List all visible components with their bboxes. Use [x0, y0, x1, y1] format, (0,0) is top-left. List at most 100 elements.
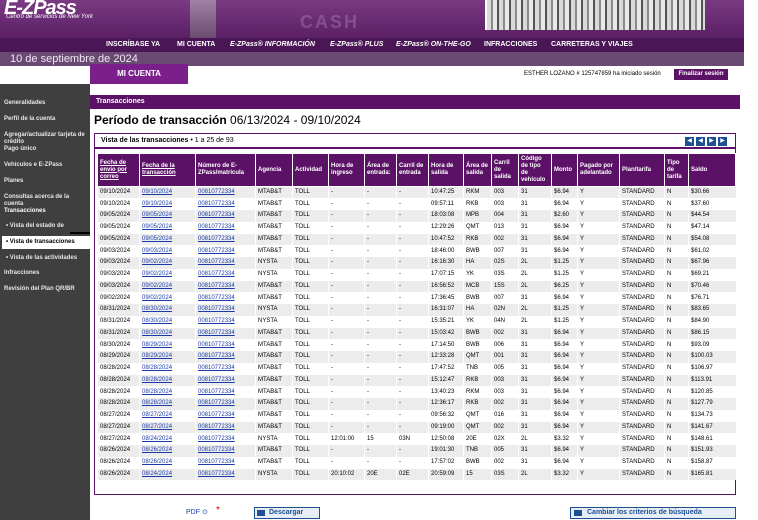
sidebar-item-payment[interactable]: Pago único — [4, 146, 36, 153]
table-cell: $6.94 — [551, 409, 578, 422]
table-cell[interactable]: 08/27/2024 — [139, 421, 196, 434]
nav-item-on-the-go[interactable]: E-ZPass® ON-THE-GO — [396, 38, 471, 52]
table-cell[interactable]: 08/29/2024 — [139, 339, 196, 351]
table-cell[interactable]: 00810772334 — [195, 386, 256, 398]
pdf-button[interactable]: PDF ⊙ — [186, 508, 208, 516]
sidebar-item-vehicles[interactable]: Vehículos e E-ZPass — [4, 162, 62, 169]
table-cell[interactable]: 00810772334 — [195, 468, 256, 481]
sidebar-item-transactions-view[interactable]: • Vista de transacciones — [6, 239, 75, 245]
column-header[interactable]: Fecha de la transacción — [139, 153, 196, 187]
prev-page-button[interactable]: ◀ — [696, 137, 705, 146]
table-cell[interactable]: 09/02/2024 — [139, 257, 196, 269]
table-cell: 09/05/2024 — [97, 210, 140, 222]
table-cell[interactable]: 00810772334 — [195, 409, 256, 422]
last-page-button[interactable]: ▶ — [718, 137, 727, 146]
table-cell[interactable]: 08/28/2024 — [139, 362, 196, 375]
table-cell[interactable]: 00810772334 — [195, 186, 256, 199]
table-cell: - — [396, 456, 429, 469]
table-cell[interactable]: 09/10/2024 — [139, 198, 196, 210]
table-cell[interactable]: 00810772334 — [195, 292, 256, 304]
column-header[interactable]: Fecha de envío por correo — [97, 153, 140, 187]
logout-button[interactable]: Finalizar sesión — [674, 69, 728, 80]
sidebar-item-profile[interactable]: Perfil de la cuenta — [4, 116, 55, 123]
sidebar-item-consult-line1[interactable]: Consultas acerca de la — [4, 194, 69, 201]
sidebar-item-transactions[interactable]: Transacciones — [4, 208, 46, 215]
sidebar-item-status-view[interactable]: • Vista del estado de — [6, 223, 64, 230]
table-cell[interactable]: 09/05/2024 — [139, 221, 196, 234]
sidebar-item-card-line1[interactable]: Agregar/actualizar tarjeta de — [4, 132, 85, 139]
table-cell[interactable]: 00810772334 — [195, 268, 256, 281]
table-cell[interactable]: 08/26/2024 — [139, 445, 196, 457]
table-cell[interactable]: 09/03/2024 — [139, 245, 196, 257]
table-cell[interactable]: 00810772334 — [195, 210, 256, 222]
table-cell[interactable]: 00810772334 — [195, 339, 256, 351]
nav-item-roads-travel[interactable]: CARRETERAS Y VIAJES — [551, 38, 633, 52]
table-cell[interactable]: 08/27/2024 — [139, 409, 196, 422]
table-cell[interactable]: 08/28/2024 — [139, 374, 196, 387]
table-cell: 31 — [518, 362, 552, 375]
table-cell[interactable]: 00810772334 — [195, 445, 256, 457]
table-cell[interactable]: 00810772334 — [195, 398, 256, 410]
table-cell[interactable]: 00810772334 — [195, 433, 256, 445]
table-cell[interactable]: 00810772334 — [195, 374, 256, 387]
sidebar-item-general[interactable]: Generalidades — [4, 100, 45, 107]
table-cell[interactable]: 00810772334 — [195, 327, 256, 340]
table-cell[interactable]: 08/24/2024 — [139, 468, 196, 481]
table-cell: TOLL — [292, 315, 329, 328]
table-cell[interactable]: 08/30/2024 — [139, 327, 196, 340]
table-cell: 31 — [518, 398, 552, 410]
table-cell: - — [396, 351, 429, 363]
table-cell[interactable]: 00810772334 — [195, 233, 256, 246]
table-cell[interactable]: 09/02/2024 — [139, 280, 196, 293]
nav-item-violations[interactable]: INFRACCIONES — [484, 38, 537, 52]
table-cell[interactable]: 09/10/2024 — [139, 186, 196, 199]
table-cell[interactable]: 08/28/2024 — [139, 386, 196, 398]
nav-item-plus[interactable]: E-ZPass® PLUS — [330, 38, 383, 52]
nav-item-signup[interactable]: INSCRÍBASE YA — [106, 38, 160, 52]
download-button[interactable]: Descargar — [254, 507, 320, 519]
sidebar-item-card-line2[interactable]: crédito — [4, 139, 24, 146]
table-cell[interactable]: 08/24/2024 — [139, 433, 196, 445]
first-page-button[interactable]: ◀ — [685, 137, 694, 146]
next-page-button[interactable]: ▶ — [707, 137, 716, 146]
table-cell[interactable]: 00810772334 — [195, 362, 256, 375]
table-cell[interactable]: 00810772334 — [195, 198, 256, 210]
table-cell: MCB — [463, 280, 492, 293]
table-cell[interactable]: 08/30/2024 — [139, 304, 196, 316]
table-row: 08/26/2024 08/26/2024 00810772334 MTAB&T TOL… — [97, 445, 736, 457]
table-cell[interactable]: 00810772334 — [195, 304, 256, 316]
table-cell[interactable]: 09/05/2024 — [139, 210, 196, 222]
table-cell[interactable]: 09/02/2024 — [139, 268, 196, 281]
table-cell[interactable]: 00810772334 — [195, 245, 256, 257]
sidebar-item-violations[interactable]: Infracciones — [4, 270, 39, 277]
table-cell[interactable]: 00810772334 — [195, 221, 256, 234]
table-cell[interactable]: 00810772334 — [195, 257, 256, 269]
table-cell: TOLL — [292, 268, 329, 281]
my-account-tab[interactable]: MI CUENTA — [90, 64, 188, 84]
download-label[interactable]: Descargar — [269, 509, 303, 516]
table-cell[interactable]: 08/30/2024 — [139, 315, 196, 328]
sidebar-item-consult-line2[interactable]: cuenta — [4, 201, 23, 208]
table-cell[interactable]: 00810772334 — [195, 421, 256, 434]
sidebar-item-plan-review[interactable]: Revisión del Plan QR/BR — [4, 286, 75, 293]
table-cell: 08/28/2024 — [97, 374, 140, 387]
table-cell[interactable]: 08/26/2024 — [139, 456, 196, 469]
table-cell: $6.94 — [551, 362, 578, 375]
sidebar-item-activities-view[interactable]: • Vista de las actividades — [6, 255, 77, 262]
table-cell: RKB — [463, 374, 492, 387]
table-cell[interactable]: 09/05/2024 — [139, 233, 196, 246]
table-cell[interactable]: 00810772334 — [195, 315, 256, 328]
table-cell: 31 — [518, 456, 552, 469]
table-cell[interactable]: 08/29/2024 — [139, 351, 196, 363]
sidebar-item-plans[interactable]: Planes — [4, 178, 23, 185]
table-cell[interactable]: 00810772334 — [195, 456, 256, 469]
table-cell[interactable]: 00810772334 — [195, 351, 256, 363]
nav-item-info[interactable]: E-ZPass® INFORMACIÓN — [230, 38, 315, 52]
change-criteria-button[interactable]: Cambiar los criterios de búsqueda — [570, 507, 736, 519]
table-cell[interactable]: 00810772334 — [195, 280, 256, 293]
change-criteria-label[interactable]: Cambiar los criterios de búsqueda — [587, 509, 702, 516]
table-cell[interactable]: 09/02/2024 — [139, 292, 196, 304]
nav-item-my-account[interactable]: MI CUENTA — [177, 38, 215, 52]
pdf-label[interactable]: PDF — [186, 509, 200, 516]
table-cell[interactable]: 08/28/2024 — [139, 398, 196, 410]
